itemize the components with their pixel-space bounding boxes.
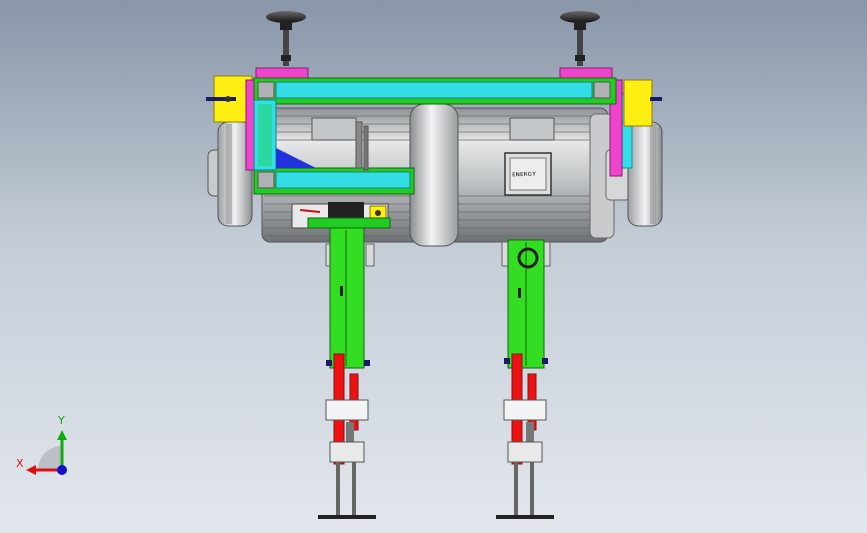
assembly-drawing[interactable] xyxy=(0,0,867,533)
axis-triad[interactable] xyxy=(26,430,67,475)
left-yellow-bracket[interactable] xyxy=(206,75,253,123)
terminal-block[interactable] xyxy=(291,202,391,229)
z-axis-dot xyxy=(57,465,67,475)
lower-frame[interactable] xyxy=(253,167,415,195)
triad-y-label: Y xyxy=(58,414,65,427)
x-axis-arrowhead xyxy=(26,465,36,475)
motor-nameplate-text: ᴇɴᴇʀɢʏ xyxy=(511,169,537,179)
left-leg[interactable] xyxy=(318,227,376,519)
triad-x-label: X xyxy=(16,457,24,470)
cad-viewport[interactable]: ᴇɴᴇʀɢʏ Y X xyxy=(0,0,867,533)
upper-frame[interactable] xyxy=(253,77,617,105)
y-axis-arrowhead xyxy=(57,430,67,440)
right-yellow-bracket[interactable] xyxy=(623,79,662,127)
right-adjust-knob[interactable] xyxy=(560,11,600,66)
left-pulley[interactable] xyxy=(207,121,253,227)
left-adjust-knob[interactable] xyxy=(266,11,306,66)
frame-uprights[interactable] xyxy=(253,99,277,171)
right-leg[interactable] xyxy=(496,239,554,519)
